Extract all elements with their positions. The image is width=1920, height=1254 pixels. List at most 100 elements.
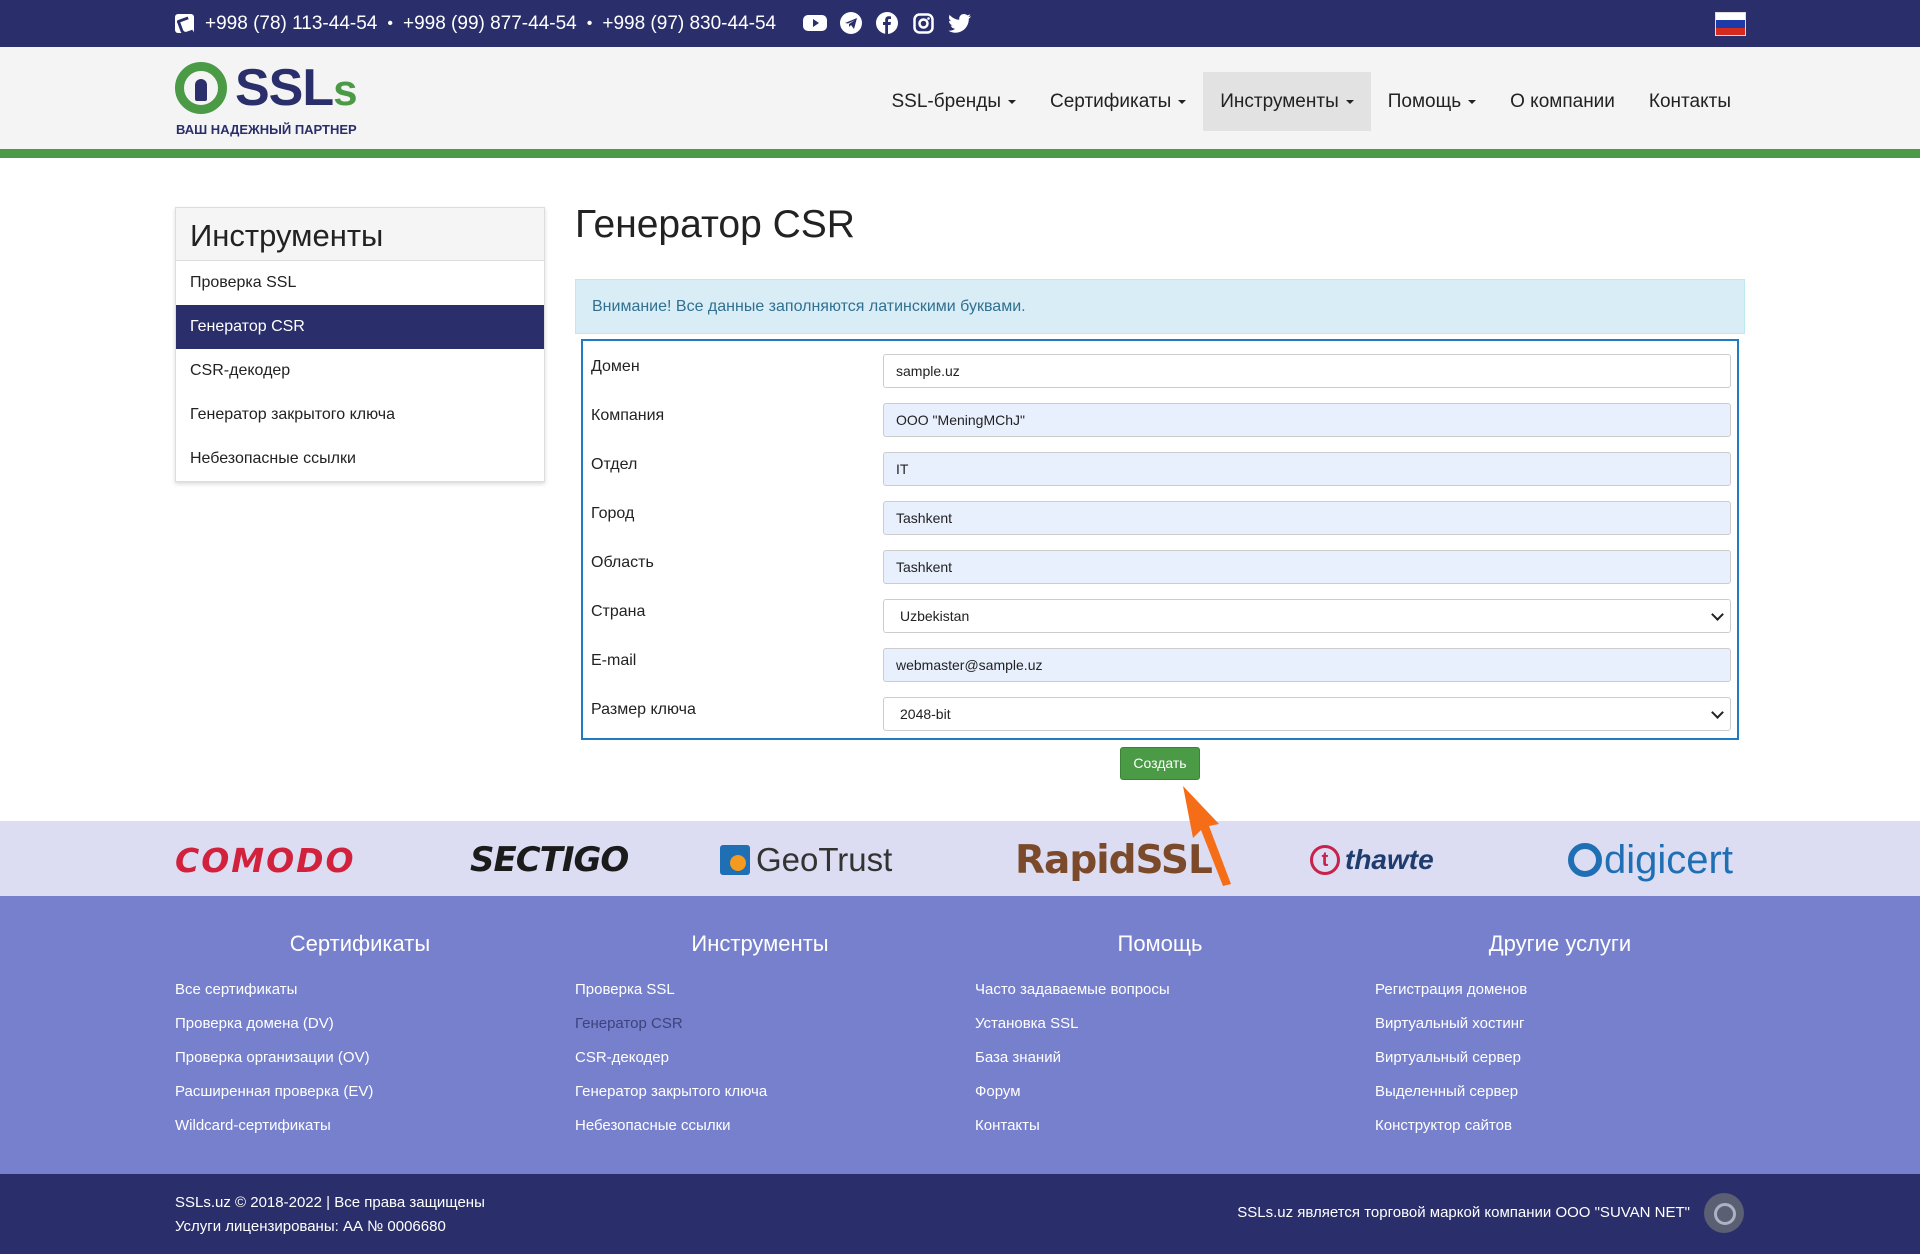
instagram-icon[interactable] [911,11,935,35]
form-row-city: Город Tashkent [583,488,1737,537]
form-row-key-size: Размер ключа 2048-bit [583,684,1737,733]
nav-about[interactable]: О компании [1493,72,1632,131]
footer-col-title: Сертификаты [289,931,431,956]
footer-link[interactable]: Генератор закрытого ключа [575,1081,975,1115]
footer-col-other-services: Другие услуги Регистрация доменов Виртуа… [1375,931,1775,1149]
nav-tools[interactable]: Инструменты [1203,72,1371,131]
sidebar-item-csr-decoder[interactable]: CSR-декодер [176,349,544,393]
language-flag-icon[interactable] [1715,12,1746,36]
footer-link[interactable]: Установка SSL [975,1013,1375,1047]
separator: • [586,14,593,32]
form-row-domain: Домен sample.uz [583,341,1737,390]
department-input[interactable]: IT [883,452,1731,486]
footer-link[interactable]: Регистрация доменов [1375,979,1775,1013]
info-alert: Внимание! Все данные заполняются латинск… [575,279,1745,334]
digicert-mark-icon [1568,843,1602,877]
sidebar-item-ssl-check[interactable]: Проверка SSL [176,261,544,305]
footer-link[interactable]: Форум [975,1081,1375,1115]
logo-text: SSLs [235,59,358,117]
footer-col-tools: Инструменты Проверка SSL Генератор CSR C… [575,931,975,1149]
comodo-logo[interactable]: COMODO [175,839,356,881]
email-label: E-mail [591,652,637,669]
thawte-logo[interactable]: t thawte [1310,839,1434,881]
twitter-icon[interactable] [947,11,971,35]
footer-link[interactable]: Выделенный сервер [1375,1081,1775,1115]
geotrust-mark-icon [720,845,750,875]
sidebar-item-insecure-links[interactable]: Небезопасные ссылки [176,437,544,481]
footer-link[interactable]: Wildcard-сертификаты [175,1115,575,1149]
footer-link-active[interactable]: Генератор CSR [575,1013,975,1047]
email-input[interactable]: webmaster@sample.uz [883,648,1731,682]
phone-1[interactable]: +998 (78) 113-44-54 [205,13,377,35]
copyright-text: SSLs.uz © 2018-2022 | Все права защищены [175,1194,485,1211]
footer-link[interactable]: Проверка организации (OV) [175,1047,575,1081]
separator: • [387,14,393,32]
nav-ssl-brands[interactable]: SSL-бренды [875,72,1034,131]
sectigo-logo[interactable]: SECTIGO [470,839,629,881]
footer-link[interactable]: Расширенная проверка (EV) [175,1081,575,1115]
bottom-bar: SSLs.uz © 2018-2022 | Все права защищены… [0,1174,1920,1254]
copyright-block: SSLs.uz © 2018-2022 | Все права защищены… [175,1191,485,1239]
key-size-select[interactable]: 2048-bit [883,697,1731,731]
sidebar-item-csr-generator[interactable]: Генератор CSR [176,305,544,349]
main-nav: SSL-бренды Сертификаты Инструменты Помощ… [875,72,1749,131]
company-input[interactable]: OOO "MeningMChJ" [883,403,1731,437]
footer-col-certificates: Сертификаты Все сертификаты Проверка дом… [175,931,575,1149]
logo-tagline: ВАШ НАДЕЖНЫЙ ПАРТНЕР [176,122,357,137]
caret-down-icon [1008,99,1016,104]
phone-numbers: +998 (78) 113-44-54 • +998 (99) 877-44-5… [175,0,776,47]
geotrust-logo[interactable]: GeoTrust [720,839,892,881]
thawte-mark-icon: t [1310,845,1340,875]
form-row-company: Компания OOO "MeningMChJ" [583,390,1737,439]
footer-link[interactable]: CSR-декодер [575,1047,975,1081]
country-label: Страна [591,603,646,620]
footer-link[interactable]: Все сертификаты [175,979,575,1013]
scroll-badge-icon[interactable] [1704,1193,1744,1233]
nav-help[interactable]: Помощь [1371,72,1493,131]
nav-certificates[interactable]: Сертификаты [1033,72,1203,131]
create-button[interactable]: Создать [1120,747,1200,780]
footer-link[interactable]: Небезопасные ссылки [575,1115,975,1149]
telegram-icon[interactable] [839,11,863,35]
domain-label: Домен [591,358,640,375]
phone-2[interactable]: +998 (99) 877-44-54 [403,13,577,35]
top-bar: +998 (78) 113-44-54 • +998 (99) 877-44-5… [0,0,1920,47]
footer-link[interactable]: Проверка домена (DV) [175,1013,575,1047]
license-text: Услуги лицензированы: АА № 0006680 [175,1218,446,1235]
keyhole-logo-icon [175,62,227,114]
brands-strip: COMODO SECTIGO GeoTrust RapidSSL t thawt… [0,821,1920,896]
csr-form: Домен sample.uz Компания OOO "MeningMChJ… [581,339,1739,740]
nav-contacts[interactable]: Контакты [1632,72,1748,131]
form-row-country: Страна Uzbekistan [583,586,1737,635]
form-row-email: E-mail webmaster@sample.uz [583,635,1737,684]
phone-3[interactable]: +998 (97) 830-44-54 [602,13,776,35]
footer-col-title: Инструменты [691,931,829,956]
footer-link[interactable]: Виртуальный сервер [1375,1047,1775,1081]
caret-down-icon [1468,99,1477,104]
sidebar-item-private-key-generator[interactable]: Генератор закрытого ключа [176,393,544,437]
phone-icon [175,14,194,33]
orange-arrow-icon [1183,786,1231,886]
footer-link[interactable]: База знаний [975,1047,1375,1081]
footer-link[interactable]: Виртуальный хостинг [1375,1013,1775,1047]
facebook-icon[interactable] [875,11,899,35]
city-input[interactable]: Tashkent [883,501,1731,535]
footer-link[interactable]: Контакты [975,1115,1375,1149]
footer-col-title: Другие услуги [1488,931,1632,956]
footer-col-help: Помощь Часто задаваемые вопросы Установк… [975,931,1375,1149]
footer-link[interactable]: Проверка SSL [575,979,975,1013]
caret-down-icon [1178,99,1187,104]
domain-input[interactable]: sample.uz [883,354,1731,388]
caret-down-icon [1345,99,1354,104]
digicert-logo[interactable]: digicert [1568,838,1733,882]
footer-col-title: Помощь [1117,931,1203,956]
country-select[interactable]: Uzbekistan [883,599,1731,633]
form-row-department: Отдел IT [583,439,1737,488]
footer-link[interactable]: Конструктор сайтов [1375,1115,1775,1149]
footer-link[interactable]: Часто задаваемые вопросы [975,979,1375,1013]
region-input[interactable]: Tashkent [883,550,1731,584]
department-label: Отдел [591,456,638,473]
page-title: Генератор CSR [575,203,855,246]
tools-sidebar: Инструменты Проверка SSL Генератор CSR C… [175,207,545,482]
youtube-icon[interactable] [803,11,827,35]
